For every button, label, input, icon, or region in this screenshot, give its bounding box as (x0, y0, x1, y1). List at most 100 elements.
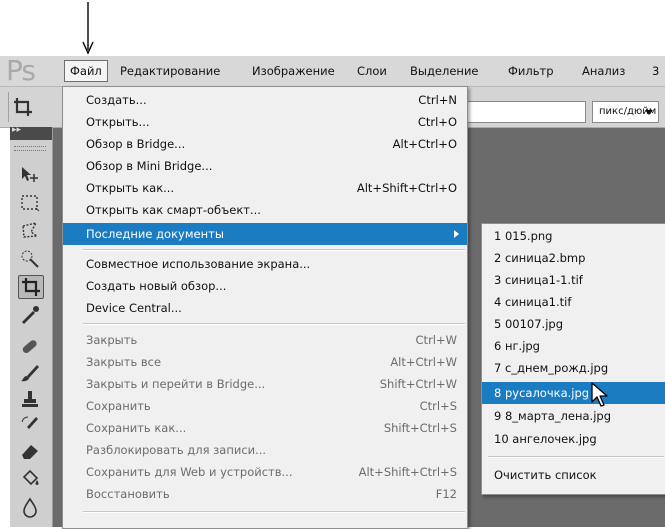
menu-item-label: Открыть как... (86, 181, 175, 195)
annotation-arrow-icon (82, 2, 94, 55)
menu-item-shortcut: Alt+Shift+Ctrl+O (356, 181, 457, 195)
menu-item-close[interactable]: Закрыть Ctrl+W (63, 329, 467, 351)
menu-item-label: Восстановить (86, 487, 170, 501)
history-brush-tool-icon[interactable] (18, 414, 42, 436)
quick-selection-tool-icon[interactable] (18, 248, 42, 270)
menu-item-label: Совместное использование экрана... (86, 257, 311, 271)
menu-item-shortcut: Shift+Ctrl+W (379, 377, 457, 391)
menu-item-shortcut: F12 (435, 487, 457, 501)
recent-item-label: 2 синица2.bmp (494, 251, 586, 265)
recent-item[interactable]: 9 8_марта_лена.jpg (482, 405, 665, 427)
menu-item-save-for-web[interactable]: Сохранить для Web и устройств... Alt+Shif… (63, 461, 467, 483)
file-menu: Создать... Ctrl+N Открыть... Ctrl+O Обзор … (62, 86, 468, 529)
lasso-tool-icon[interactable] (18, 220, 42, 242)
recent-item[interactable]: 5 00107.jpg (482, 313, 665, 335)
clone-stamp-tool-icon[interactable] (18, 388, 42, 410)
menu-item-shortcut: Ctrl+W (415, 333, 457, 347)
menu-item-open-as-smart-object[interactable]: Открыть как смарт-объект... (63, 199, 467, 221)
menu-item-unlock-write[interactable]: Разблокировать для записи... (63, 439, 467, 461)
menu-item-label: Последние документы (86, 227, 224, 241)
recent-item-selected[interactable]: 8 русалочка.jpg (482, 382, 665, 404)
menu-item-label: Обзор в Mini Bridge... (86, 159, 213, 173)
menu-separator (83, 323, 465, 325)
clear-recent-list-item[interactable]: Очистить список (482, 464, 665, 486)
menu-analysis[interactable]: Анализ (582, 63, 625, 79)
menu-item-label: Закрыть и перейти в Bridge... (86, 377, 266, 391)
submenu-arrow-icon (454, 230, 459, 238)
menu-item-shortcut: Alt+Ctrl+W (390, 355, 457, 369)
tools-panel (10, 127, 53, 527)
menu-item-label: Закрыть все (86, 355, 162, 369)
menu-item-browse-bridge[interactable]: Обзор в Bridge... Alt+Ctrl+O (63, 133, 467, 155)
menu-item-label: Открыть как смарт-объект... (86, 203, 261, 217)
menu-item-new[interactable]: Создать... Ctrl+N (63, 89, 467, 111)
options-bar-grip (8, 92, 9, 122)
menu-item-close-all[interactable]: Закрыть все Alt+Ctrl+W (63, 351, 467, 373)
paint-bucket-tool-icon[interactable] (18, 468, 42, 490)
recent-item[interactable]: 2 синица2.bmp (482, 247, 665, 269)
menu-item-open[interactable]: Открыть... Ctrl+O (63, 111, 467, 133)
recent-item[interactable]: 10 ангелочек.jpg (482, 428, 665, 450)
menu-item-recent-documents[interactable]: Последние документы (63, 223, 467, 245)
menu-item-label: Сохранить для Web и устройств... (86, 465, 293, 479)
menu-item-shortcut: Alt+Shift+Ctrl+S (358, 465, 457, 479)
crop-tool-icon[interactable] (18, 275, 44, 299)
eyedropper-tool-icon[interactable] (18, 304, 42, 326)
recent-item[interactable]: 3 синица1-1.tif (482, 269, 665, 291)
menu-item-label: Открыть... (86, 115, 150, 129)
menu-layers[interactable]: Слои (357, 63, 387, 79)
recent-item[interactable]: 1 015.png (482, 225, 665, 247)
menu-item-label: Сохранить как... (86, 421, 187, 435)
menu-item-shortcut: Alt+Ctrl+O (392, 137, 457, 151)
move-tool-icon[interactable] (18, 164, 42, 186)
menu-item-close-go-bridge[interactable]: Закрыть и перейти в Bridge... Shift+Ctrl+… (63, 373, 467, 395)
eraser-tool-icon[interactable] (18, 440, 42, 462)
tools-panel-header[interactable] (10, 125, 52, 140)
menu-item-label: Создать... (86, 93, 147, 107)
mouse-cursor-icon (591, 382, 608, 407)
menu-item-revert[interactable]: Восстановить F12 (63, 483, 467, 505)
recent-item[interactable]: 6 нг.jpg (482, 335, 665, 357)
menu-item-shortcut: Ctrl+O (417, 115, 457, 129)
recent-item-label: 10 ангелочек.jpg (494, 432, 597, 446)
menu-item-label: Закрыть (86, 333, 138, 347)
menu-item-shortcut: Shift+Ctrl+S (383, 421, 457, 435)
menu-3d[interactable]: 3 (652, 63, 659, 79)
menu-separator (83, 511, 465, 513)
menu-item-label: Разблокировать для записи... (86, 443, 267, 457)
menu-separator (83, 249, 465, 251)
recent-documents-submenu: 1 015.png 2 синица2.bmp 3 синица1-1.tif … (481, 223, 665, 495)
menu-file[interactable]: Файл (64, 60, 108, 82)
brush-tool-icon[interactable] (18, 362, 42, 384)
recent-item-label: 7 с_днем_рожд.jpg (494, 361, 609, 375)
menu-bar: Ps Файл Редактирование Изображение Слои … (0, 56, 665, 87)
recent-item-label: 5 00107.jpg (494, 317, 564, 331)
chevron-down-icon (645, 110, 653, 115)
menu-item-browse-mini-bridge[interactable]: Обзор в Mini Bridge... (63, 155, 467, 177)
clear-recent-list-label: Очистить список (494, 468, 597, 482)
menu-item-save-as[interactable]: Сохранить как... Shift+Ctrl+S (63, 417, 467, 439)
menu-item-open-as[interactable]: Открыть как... Alt+Shift+Ctrl+O (63, 177, 467, 199)
menu-image[interactable]: Изображение (252, 63, 335, 79)
menu-select[interactable]: Выделение (410, 63, 479, 79)
menu-item-label: Сохранить (86, 399, 151, 413)
menu-item-device-central[interactable]: Device Central... (63, 297, 467, 319)
healing-brush-tool-icon[interactable] (18, 336, 42, 358)
resolution-input[interactable] (466, 101, 586, 123)
rectangular-marquee-tool-icon[interactable] (18, 192, 42, 214)
menu-item-share-screen[interactable]: Совместное использование экрана... (63, 253, 467, 275)
blur-tool-icon[interactable] (18, 496, 42, 518)
recent-item[interactable]: 4 синица1.tif (482, 291, 665, 313)
menu-edit[interactable]: Редактирование (120, 63, 220, 79)
menu-item-new-review[interactable]: Создать новый обзор... (63, 275, 467, 297)
menu-filter[interactable]: Фильтр (508, 63, 554, 79)
recent-item-label: 8 русалочка.jpg (494, 386, 590, 400)
tools-panel-grip[interactable] (14, 146, 46, 151)
crop-tool-options-icon[interactable] (12, 96, 34, 118)
recent-item-label: 6 нг.jpg (494, 339, 540, 353)
resolution-units-select[interactable]: пикс/дюйм (592, 101, 659, 123)
menu-item-save[interactable]: Сохранить Ctrl+S (63, 395, 467, 417)
recent-item-label: 3 синица1-1.tif (494, 273, 583, 287)
menu-item-label: Создать новый обзор... (86, 279, 227, 293)
recent-item[interactable]: 7 с_днем_рожд.jpg (482, 357, 665, 379)
